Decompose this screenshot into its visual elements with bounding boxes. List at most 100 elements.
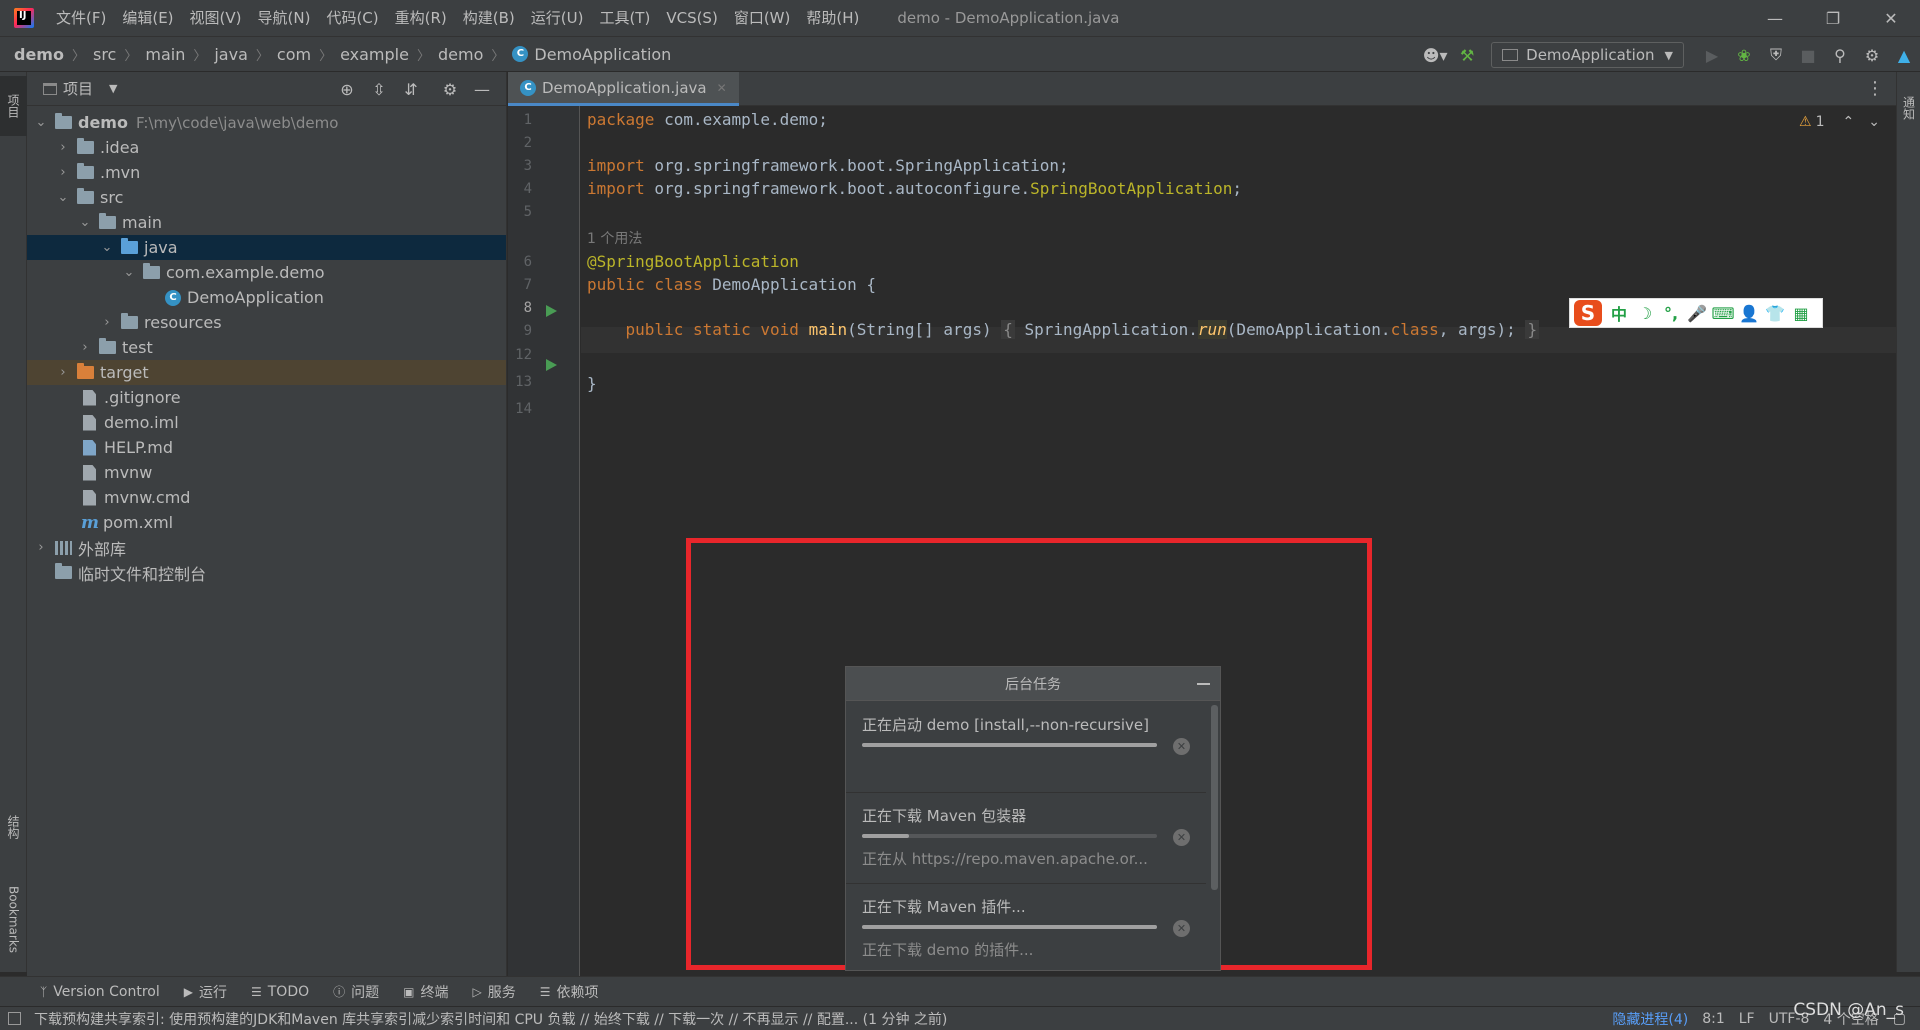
menu-code[interactable]: 代码(C) xyxy=(318,0,386,36)
menu-file[interactable]: 文件(F) xyxy=(48,0,114,36)
gear-icon[interactable]: ⚙ xyxy=(437,76,463,102)
cancel-task-icon[interactable]: ✕ xyxy=(1173,738,1190,755)
stripe-tab-project[interactable]: 项目 xyxy=(0,76,27,136)
chevron-down-icon[interactable]: ⌄ xyxy=(121,265,137,280)
tree-item-gitignore[interactable]: .gitignore xyxy=(27,385,506,410)
ime-microphone-icon[interactable]: 🎤 xyxy=(1684,304,1710,323)
tool-services[interactable]: ▷ 服务 xyxy=(472,982,515,1002)
menu-help[interactable]: 帮助(H) xyxy=(798,0,867,36)
chevron-down-icon[interactable]: ⌄ xyxy=(77,215,93,230)
breadcrumb-com[interactable]: com xyxy=(273,45,315,64)
menu-build[interactable]: 构建(B) xyxy=(455,0,523,36)
ime-user-icon[interactable]: 👤 xyxy=(1736,304,1762,323)
tool-todo[interactable]: ☰ TODO xyxy=(251,984,309,1000)
tree-item-test[interactable]: › test xyxy=(27,335,506,360)
hide-icon[interactable]: — xyxy=(469,76,495,102)
breadcrumb-example[interactable]: example xyxy=(336,45,413,64)
tool-version-control[interactable]: ᛉ Version Control xyxy=(40,984,160,1000)
tool-run[interactable]: ▶ 运行 xyxy=(184,982,227,1002)
user-icon[interactable]: ☻▾ xyxy=(1422,42,1448,68)
tree-item-mvn[interactable]: › .mvn xyxy=(27,160,506,185)
tree-item-target[interactable]: › target xyxy=(27,360,506,385)
coverage-icon[interactable]: ⛨ xyxy=(1763,42,1789,68)
status-toggle-icon[interactable] xyxy=(8,1012,21,1025)
tree-item-main[interactable]: ⌄ main xyxy=(27,210,506,235)
ime-mode-chinese[interactable]: 中 xyxy=(1606,301,1632,325)
menu-view[interactable]: 视图(V) xyxy=(182,0,250,36)
breadcrumb-demo[interactable]: demo xyxy=(10,45,68,64)
chevron-down-icon[interactable]: ▼ xyxy=(109,82,117,95)
run-configuration-select[interactable]: DemoApplication ▼ xyxy=(1491,42,1684,68)
cancel-task-icon[interactable]: ✕ xyxy=(1173,920,1190,937)
tree-item-idea[interactable]: › .idea xyxy=(27,135,506,160)
editor-tab-demoapplication[interactable]: C DemoApplication.java ✕ xyxy=(508,72,739,106)
breadcrumb-src[interactable]: src xyxy=(89,45,120,64)
ime-toolbar[interactable]: S 中 ☽ °, 🎤 ⌨ 👤 👕 ▦ xyxy=(1569,298,1823,328)
menu-run[interactable]: 运行(U) xyxy=(523,0,592,36)
debug-icon[interactable]: ❀ xyxy=(1731,42,1757,68)
run-icon[interactable]: ▶ xyxy=(1699,42,1725,68)
gear-icon[interactable]: ⚙ xyxy=(1859,42,1885,68)
run-class-icon[interactable] xyxy=(546,305,557,317)
line-separator[interactable]: LF xyxy=(1739,1011,1755,1027)
stripe-tab-notifications[interactable]: 通知 xyxy=(1897,78,1920,138)
tree-item-demoapplication[interactable]: C DemoApplication xyxy=(27,285,506,310)
run-main-icon[interactable] xyxy=(546,359,557,371)
tree-item-help-md[interactable]: HELP.md xyxy=(27,435,506,460)
ime-keyboard-icon[interactable]: ⌨ xyxy=(1710,304,1736,323)
usage-hint[interactable]: 1 个用法 xyxy=(587,228,642,248)
chevron-right-icon[interactable]: › xyxy=(55,140,71,155)
tree-item-pom-xml[interactable]: m pom.xml xyxy=(27,510,506,535)
restore-icon[interactable]: ❐ xyxy=(1804,0,1862,36)
minimize-icon[interactable] xyxy=(1196,669,1212,693)
chevron-right-icon[interactable]: › xyxy=(99,315,115,330)
breadcrumb-demoapplication[interactable]: C DemoApplication xyxy=(508,45,675,64)
stripe-tab-bookmarks[interactable]: Bookmarks xyxy=(0,872,27,967)
tree-item-scratches[interactable]: 临时文件和控制台 xyxy=(27,560,506,585)
ime-grid-icon[interactable]: ▦ xyxy=(1788,304,1814,323)
ime-punctuation-icon[interactable]: °, xyxy=(1658,304,1684,323)
tree-item-java[interactable]: ⌄ java xyxy=(27,235,506,260)
menu-navigate[interactable]: 导航(N) xyxy=(250,0,319,36)
chevron-right-icon[interactable]: › xyxy=(55,165,71,180)
plugin-logo-icon[interactable]: ▲ xyxy=(1891,42,1917,68)
tree-item-package[interactable]: ⌄ com.example.demo xyxy=(27,260,506,285)
tree-item-demo[interactable]: ⌄ demo F:\my\code\java\web\demo xyxy=(27,110,506,135)
scrollbar[interactable] xyxy=(1211,705,1218,890)
chevron-right-icon[interactable]: › xyxy=(55,365,71,380)
breadcrumb-java[interactable]: java xyxy=(210,45,252,64)
close-icon[interactable]: ✕ xyxy=(1862,0,1920,36)
tool-terminal[interactable]: ▣ 终端 xyxy=(403,982,448,1002)
status-message[interactable]: 下载预构建共享索引: 使用预构建的JDK和Maven 库共享索引减少索引时间和 … xyxy=(34,1009,1534,1029)
chevron-down-icon[interactable]: ⌄ xyxy=(1868,114,1880,130)
caret-position[interactable]: 8:1 xyxy=(1702,1011,1725,1027)
menu-refactor[interactable]: 重构(R) xyxy=(387,0,455,36)
ime-skin-icon[interactable]: 👕 xyxy=(1762,304,1788,323)
menu-edit[interactable]: 编辑(E) xyxy=(114,0,181,36)
chevron-down-icon[interactable]: ⌄ xyxy=(33,115,49,130)
build-hammer-icon[interactable]: ⚒ xyxy=(1454,42,1480,68)
code-fold-marker[interactable]: { xyxy=(1001,320,1015,339)
menu-tools[interactable]: 工具(T) xyxy=(591,0,658,36)
tool-dependencies[interactable]: ☰ 依赖项 xyxy=(540,982,599,1002)
tree-item-mvnw[interactable]: mvnw xyxy=(27,460,506,485)
chevron-up-icon[interactable]: ⌃ xyxy=(1843,114,1855,130)
cancel-task-icon[interactable]: ✕ xyxy=(1173,829,1190,846)
ime-logo-icon[interactable]: S xyxy=(1574,300,1602,326)
tool-problems[interactable]: ⓘ 问题 xyxy=(333,982,379,1002)
chevron-right-icon[interactable]: › xyxy=(33,540,49,555)
minimize-icon[interactable]: — xyxy=(1746,0,1804,36)
chevron-down-icon[interactable]: ⌄ xyxy=(55,190,71,205)
more-options-icon[interactable]: ⋮ xyxy=(1866,78,1884,99)
tree-item-mvnw-cmd[interactable]: mvnw.cmd xyxy=(27,485,506,510)
breadcrumb-main[interactable]: main xyxy=(141,45,189,64)
code-fold-marker[interactable]: } xyxy=(1525,320,1540,339)
menu-window[interactable]: 窗口(W) xyxy=(726,0,799,36)
close-icon[interactable]: ✕ xyxy=(717,81,727,95)
ime-halfwidth-icon[interactable]: ☽ xyxy=(1632,304,1658,323)
tree-item-demo-iml[interactable]: demo.iml xyxy=(27,410,506,435)
tree-item-src[interactable]: ⌄ src xyxy=(27,185,506,210)
locate-icon[interactable]: ⊕ xyxy=(334,76,360,102)
menu-vcs[interactable]: VCS(S) xyxy=(658,0,725,36)
search-icon[interactable]: ⚲ xyxy=(1827,42,1853,68)
